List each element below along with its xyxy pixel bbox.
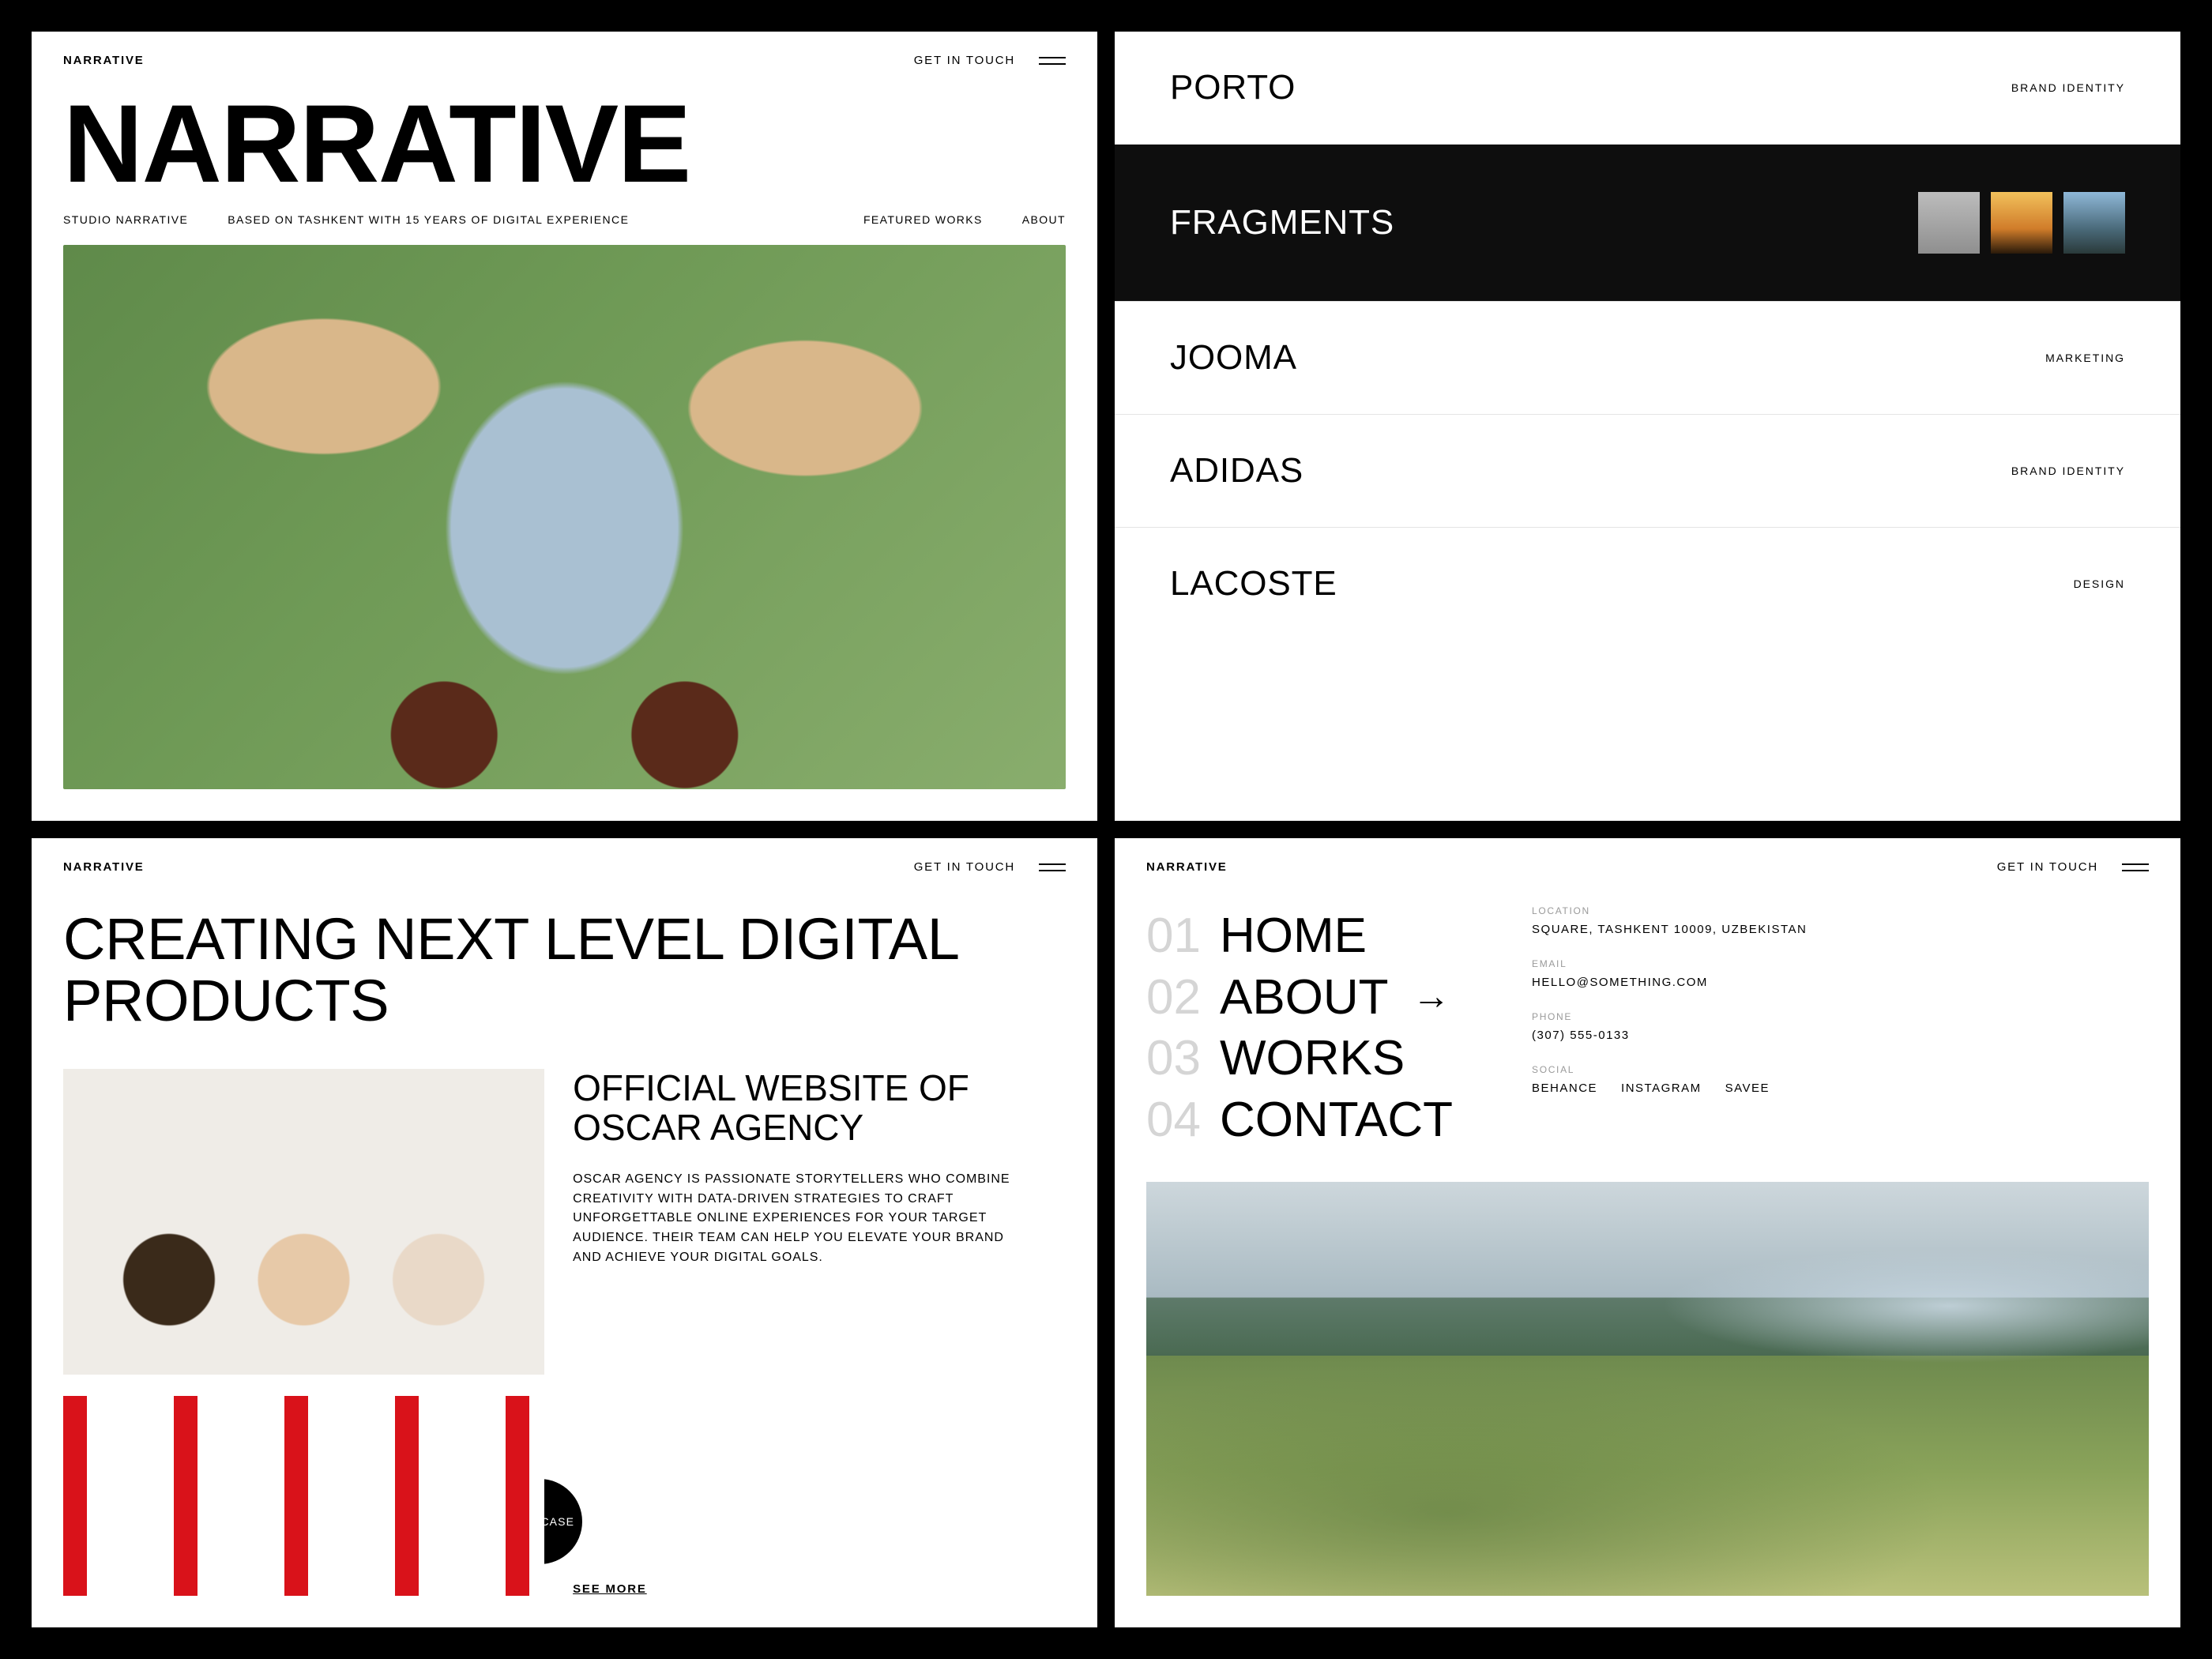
tagline: BASED ON TASHKENT WITH 15 YEARS OF DIGIT… bbox=[228, 213, 629, 226]
social-label: SOCIAL bbox=[1532, 1064, 1807, 1075]
project-tag: MARKETING bbox=[2045, 352, 2125, 364]
project-tag: BRAND IDENTITY bbox=[2011, 465, 2125, 477]
location-label: LOCATION bbox=[1532, 905, 1807, 916]
menu-number: 03 bbox=[1146, 1028, 1201, 1089]
case-body: OSCAR AGENCY IS PASSIONATE STORYTELLERS … bbox=[573, 1170, 1015, 1268]
arrow-right-icon: → bbox=[1413, 973, 1450, 1021]
thumbnail-image[interactable] bbox=[1991, 192, 2052, 254]
hero-image bbox=[63, 245, 1066, 789]
menu-contact-panel: NARRATIVE GET IN TOUCH 01 HOME 02 ABOUT … bbox=[1115, 838, 2180, 1627]
studio-label: STUDIO NARRATIVE bbox=[63, 213, 188, 226]
phone-label: PHONE bbox=[1532, 1011, 1807, 1022]
hero-subrow: STUDIO NARRATIVE BASED ON TASHKENT WITH … bbox=[32, 196, 1097, 245]
menu-item-contact[interactable]: 04 CONTACT bbox=[1146, 1089, 1453, 1151]
headline: CREATING NEXT LEVEL DIGITAL PRODUCTS bbox=[32, 874, 1097, 1031]
case-image: VIEW CASE bbox=[63, 1069, 544, 1596]
social-instagram[interactable]: INSTAGRAM bbox=[1621, 1082, 1702, 1095]
menu-item-home[interactable]: 01 HOME bbox=[1146, 905, 1453, 967]
case-title: OFFICIAL WEBSITE OF OSCAR AGENCY bbox=[573, 1069, 1066, 1147]
hero-title: NARRATIVE bbox=[32, 67, 1097, 196]
view-case-button[interactable]: VIEW CASE bbox=[497, 1479, 582, 1564]
menu-icon[interactable] bbox=[1039, 57, 1066, 65]
project-name: PORTO bbox=[1170, 68, 1296, 107]
main-menu: 01 HOME 02 ABOUT → 03 WORKS 04 CONTACT bbox=[1146, 905, 1453, 1150]
menu-number: 02 bbox=[1146, 967, 1201, 1029]
get-in-touch-link[interactable]: GET IN TOUCH bbox=[1997, 860, 2098, 874]
social-savee[interactable]: SAVEE bbox=[1725, 1082, 1770, 1095]
header: NARRATIVE GET IN TOUCH bbox=[32, 32, 1097, 67]
header: NARRATIVE GET IN TOUCH bbox=[1115, 838, 2180, 874]
nav-about[interactable]: ABOUT bbox=[1022, 213, 1066, 226]
project-name: FRAGMENTS bbox=[1170, 203, 1394, 243]
project-name: LACOSTE bbox=[1170, 564, 1337, 604]
menu-label: ABOUT bbox=[1220, 967, 1389, 1029]
email-value[interactable]: HELLO@SOMETHING.COM bbox=[1532, 976, 1807, 989]
location-value: SQUARE, TASHKENT 10009, UZBEKISTAN bbox=[1532, 923, 1807, 936]
project-row-porto[interactable]: PORTO BRAND IDENTITY bbox=[1115, 32, 2180, 145]
menu-item-works[interactable]: 03 WORKS bbox=[1146, 1028, 1453, 1089]
see-more-link[interactable]: SEE MORE bbox=[573, 1582, 1066, 1596]
thumbnail-image[interactable] bbox=[2063, 192, 2125, 254]
project-name: JOOMA bbox=[1170, 338, 1297, 378]
hero-panel: NARRATIVE GET IN TOUCH NARRATIVE STUDIO … bbox=[32, 32, 1097, 821]
get-in-touch-link[interactable]: GET IN TOUCH bbox=[914, 860, 1015, 874]
project-row-lacoste[interactable]: LACOSTE DESIGN bbox=[1115, 528, 2180, 640]
brand-logo[interactable]: NARRATIVE bbox=[63, 54, 145, 67]
menu-number: 04 bbox=[1146, 1089, 1201, 1151]
project-list-panel: PORTO BRAND IDENTITY FRAGMENTS JOOMA MAR… bbox=[1115, 32, 2180, 821]
brand-logo[interactable]: NARRATIVE bbox=[1146, 860, 1228, 874]
landscape-image bbox=[1146, 1182, 2149, 1596]
menu-label: WORKS bbox=[1220, 1028, 1405, 1089]
menu-icon[interactable] bbox=[2122, 863, 2149, 871]
project-tag: BRAND IDENTITY bbox=[2011, 81, 2125, 94]
project-name: ADIDAS bbox=[1170, 451, 1304, 491]
case-study: VIEW CASE OFFICIAL WEBSITE OF OSCAR AGEN… bbox=[32, 1031, 1097, 1627]
header: NARRATIVE GET IN TOUCH bbox=[32, 838, 1097, 874]
brand-logo[interactable]: NARRATIVE bbox=[63, 860, 145, 874]
social-behance[interactable]: BEHANCE bbox=[1532, 1082, 1597, 1095]
phone-value[interactable]: (307) 555-0133 bbox=[1532, 1029, 1807, 1042]
project-row-jooma[interactable]: JOOMA MARKETING bbox=[1115, 302, 2180, 415]
contact-info: LOCATION SQUARE, TASHKENT 10009, UZBEKIS… bbox=[1532, 905, 1807, 1150]
menu-item-about[interactable]: 02 ABOUT → bbox=[1146, 967, 1453, 1029]
menu-number: 01 bbox=[1146, 905, 1201, 967]
about-panel: NARRATIVE GET IN TOUCH CREATING NEXT LEV… bbox=[32, 838, 1097, 1627]
project-thumbnails bbox=[1918, 192, 2125, 254]
project-tag: DESIGN bbox=[2074, 577, 2125, 590]
get-in-touch-link[interactable]: GET IN TOUCH bbox=[914, 54, 1015, 67]
menu-icon[interactable] bbox=[1039, 863, 1066, 871]
email-label: EMAIL bbox=[1532, 958, 1807, 969]
menu-label: CONTACT bbox=[1220, 1089, 1453, 1151]
thumbnail-image[interactable] bbox=[1918, 192, 1980, 254]
nav-featured-works[interactable]: FEATURED WORKS bbox=[863, 213, 983, 226]
project-row-adidas[interactable]: ADIDAS BRAND IDENTITY bbox=[1115, 415, 2180, 528]
project-row-fragments[interactable]: FRAGMENTS bbox=[1115, 145, 2180, 302]
menu-label: HOME bbox=[1220, 905, 1367, 967]
